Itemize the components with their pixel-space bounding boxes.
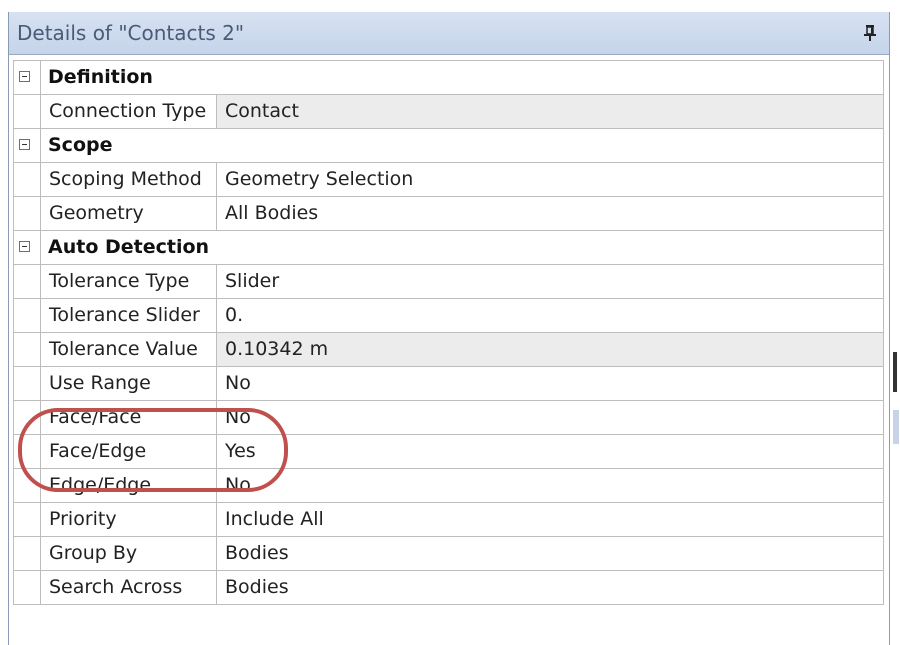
section-label: Definition — [48, 66, 153, 88]
property-value[interactable]: Geometry Selection — [217, 163, 883, 196]
property-name: Edge/Edge — [40, 469, 217, 502]
section-header-definition[interactable]: Definition — [14, 61, 884, 95]
property-name: Tolerance Value — [40, 333, 217, 366]
property-name: Use Range — [40, 367, 217, 400]
property-value[interactable]: No — [217, 367, 883, 400]
property-row-use-range[interactable]: Use Range No — [14, 367, 884, 401]
property-row-group-by[interactable]: Group By Bodies — [14, 537, 884, 571]
details-title: Details of "Contacts 2" — [17, 21, 245, 45]
splitter-edge — [893, 352, 897, 392]
row-gutter — [14, 333, 40, 366]
section-header-auto-detection[interactable]: Auto Detection — [14, 231, 884, 265]
property-row-face-edge[interactable]: Face/Edge Yes — [14, 435, 884, 469]
row-gutter — [14, 435, 40, 468]
property-name: Search Across — [40, 571, 217, 604]
property-row-tolerance-slider[interactable]: Tolerance Slider 0. — [14, 299, 884, 333]
property-value[interactable]: Yes — [217, 435, 883, 468]
property-row-geometry[interactable]: Geometry All Bodies — [14, 197, 884, 231]
adjacent-panel-edge — [893, 410, 899, 444]
property-row-face-face[interactable]: Face/Face No — [14, 401, 884, 435]
property-name: Tolerance Slider — [40, 299, 217, 332]
section-gutter — [14, 61, 40, 94]
property-name: Priority — [40, 503, 217, 536]
property-row-search-across[interactable]: Search Across Bodies — [14, 571, 884, 605]
row-gutter — [14, 197, 40, 230]
property-value[interactable]: Slider — [217, 265, 883, 298]
row-gutter — [14, 537, 40, 570]
collapse-icon[interactable] — [19, 71, 30, 82]
property-row-edge-edge[interactable]: Edge/Edge No — [14, 469, 884, 503]
property-value[interactable]: 0. — [217, 299, 883, 332]
property-value: 0.10342 m — [217, 333, 883, 366]
row-gutter — [14, 367, 40, 400]
gutter-divider — [40, 129, 41, 162]
property-value[interactable]: Include All — [217, 503, 883, 536]
pin-icon[interactable] — [863, 24, 877, 42]
property-name: Tolerance Type — [40, 265, 217, 298]
row-gutter — [14, 163, 40, 196]
details-title-bar: Details of "Contacts 2" — [9, 12, 889, 55]
property-value[interactable]: Bodies — [217, 571, 883, 604]
property-value[interactable]: All Bodies — [217, 197, 883, 230]
collapse-icon[interactable] — [19, 139, 30, 150]
section-label: Scope — [48, 134, 113, 156]
section-gutter — [14, 231, 40, 264]
section-gutter — [14, 129, 40, 162]
row-gutter — [14, 469, 40, 502]
property-row-tolerance-type[interactable]: Tolerance Type Slider — [14, 265, 884, 299]
property-value: Contact — [217, 95, 883, 128]
property-value[interactable]: Bodies — [217, 537, 883, 570]
property-name: Face/Face — [40, 401, 217, 434]
property-name: Face/Edge — [40, 435, 217, 468]
property-value[interactable]: No — [217, 401, 883, 434]
row-gutter — [14, 571, 40, 604]
property-name: Scoping Method — [40, 163, 217, 196]
property-name: Group By — [40, 537, 217, 570]
gutter-divider — [40, 231, 41, 264]
gutter-divider — [40, 61, 41, 94]
collapse-icon[interactable] — [19, 241, 30, 252]
property-row-priority[interactable]: Priority Include All — [14, 503, 884, 537]
property-row-scoping-method[interactable]: Scoping Method Geometry Selection — [14, 163, 884, 197]
section-header-scope[interactable]: Scope — [14, 129, 884, 163]
property-row-tolerance-value[interactable]: Tolerance Value 0.10342 m — [14, 333, 884, 367]
row-gutter — [14, 299, 40, 332]
row-gutter — [14, 265, 40, 298]
row-gutter — [14, 95, 40, 128]
property-value[interactable]: No — [217, 469, 883, 502]
property-row-connection-type[interactable]: Connection Type Contact — [14, 95, 884, 129]
property-name: Connection Type — [40, 95, 217, 128]
details-panel: Details of "Contacts 2" Definition Connec… — [8, 12, 890, 645]
property-name: Geometry — [40, 197, 217, 230]
row-gutter — [14, 401, 40, 434]
section-label: Auto Detection — [48, 236, 210, 258]
row-gutter — [14, 503, 40, 536]
details-grid: Definition Connection Type Contact Scope Sco… — [13, 60, 884, 605]
